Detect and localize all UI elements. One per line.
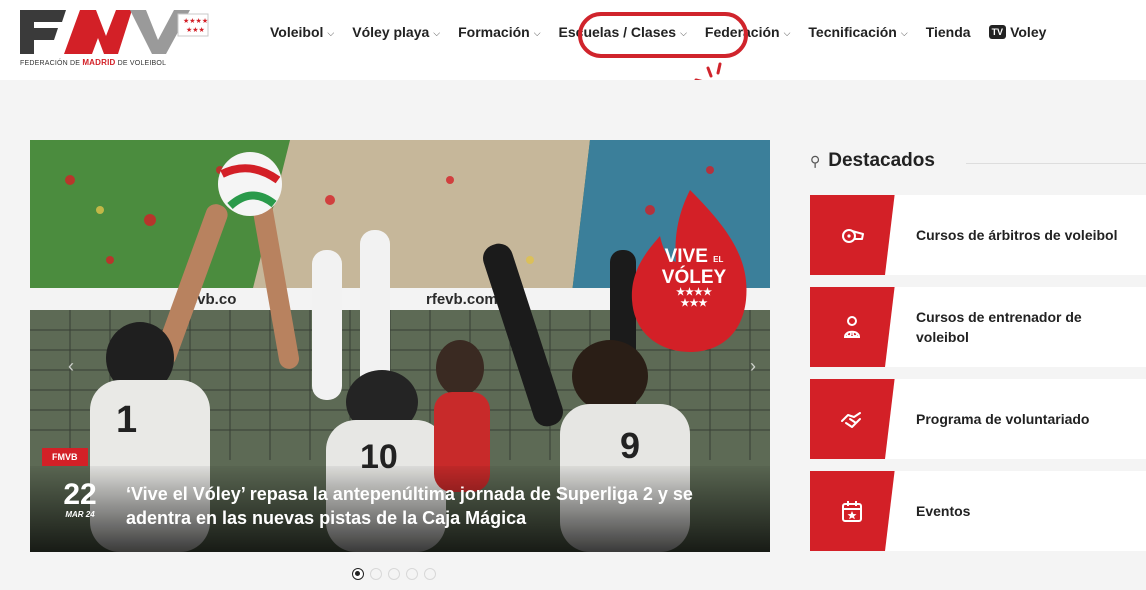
svg-text:★★★★: ★★★★	[183, 17, 208, 25]
nav-voleibol[interactable]: Voleibol ⌵	[270, 24, 334, 40]
slider-dot[interactable]	[352, 568, 364, 580]
chevron-down-icon: ⌵	[327, 27, 335, 38]
card-icon-box	[810, 287, 900, 367]
chevron-down-icon: ⌵	[433, 27, 441, 38]
card-label: Cursos de árbitros de voleibol	[916, 227, 1118, 243]
destacado-card-voluntariado[interactable]: Programa de voluntariado	[810, 379, 1146, 459]
destacado-card-arbitros[interactable]: Cursos de árbitros de voleibol	[810, 195, 1146, 275]
slide-date-month: MAR 24	[65, 510, 95, 519]
slider-dot[interactable]	[406, 568, 418, 580]
slider-dot[interactable]	[424, 568, 436, 580]
destacado-card-entrenador[interactable]: Cursos de entrenador de voleibol	[810, 287, 1146, 367]
logo-caption: FEDERACIÓN DE MADRID DE VOLEIBOL	[20, 58, 167, 67]
slider-dots	[352, 568, 442, 580]
destacados-heading: ⚲ Destacados	[810, 150, 935, 172]
slider-dot[interactable]	[388, 568, 400, 580]
chevron-down-icon: ⌵	[900, 27, 908, 38]
nav-voley-playa[interactable]: Vóley playa ⌵	[352, 24, 440, 40]
pin-icon: ⚲	[810, 152, 821, 169]
nav-formacion[interactable]: Formación ⌵	[458, 24, 540, 40]
tv-badge: TV	[988, 25, 1007, 39]
card-label: Programa de voluntariado	[916, 411, 1090, 427]
nav-tienda[interactable]: Tienda	[926, 24, 971, 40]
vive-el-voley-badge: VIVE EL VÓLEY ★★★★ ★★★	[661, 246, 727, 309]
coach-icon	[843, 316, 861, 338]
nav-highlight-ring	[578, 12, 748, 58]
destacado-card-eventos[interactable]: Eventos	[810, 471, 1146, 551]
svg-text:★★★: ★★★	[186, 26, 205, 34]
chevron-down-icon: ⌵	[783, 27, 791, 38]
card-icon-box	[810, 379, 900, 459]
svg-text:9: 9	[620, 425, 640, 466]
heading-divider	[966, 163, 1146, 164]
card-icon-box	[810, 195, 900, 275]
nav-tv-voley[interactable]: TV Voley	[988, 24, 1046, 40]
calendar-star-icon	[842, 501, 862, 522]
card-label: Cursos de entrenador de voleibol	[916, 309, 1082, 345]
fmv-logo-mark: ★★★★ ★★★	[20, 10, 209, 54]
slide-date-day: 22	[63, 478, 97, 511]
net-text-right: rfevb.com	[426, 291, 498, 308]
slide-title-link[interactable]: ‘Vive el Vóley’ repasa la antepenúltima …	[126, 482, 746, 530]
news-slider[interactable]: rfevb.co rfevb.com 1 10 9 VIVE EL VÓLEY …	[30, 140, 770, 552]
slider-dot[interactable]	[370, 568, 382, 580]
chevron-down-icon: ⌵	[533, 27, 541, 38]
slide-category-tag[interactable]: FMVB	[42, 448, 88, 466]
nav-tecnificacion[interactable]: Tecnificación ⌵	[808, 24, 907, 40]
whistle-icon	[842, 229, 864, 243]
handshake-icon	[841, 412, 861, 428]
site-header: ★★★★ ★★★ FEDERACIÓN DE MADRID DE VOLEIBO…	[0, 0, 1146, 80]
slider-next-arrow[interactable]: ›	[750, 356, 756, 377]
slide-date: 22 MAR 24	[54, 478, 106, 520]
card-label: Eventos	[916, 503, 971, 519]
card-icon-box	[810, 471, 900, 551]
slider-prev-arrow[interactable]: ‹	[68, 356, 74, 377]
fmv-logo[interactable]: ★★★★ ★★★ FEDERACIÓN DE MADRID DE VOLEIBO…	[20, 8, 230, 67]
destacados-title: Destacados	[828, 150, 935, 171]
svg-text:1: 1	[116, 399, 137, 441]
